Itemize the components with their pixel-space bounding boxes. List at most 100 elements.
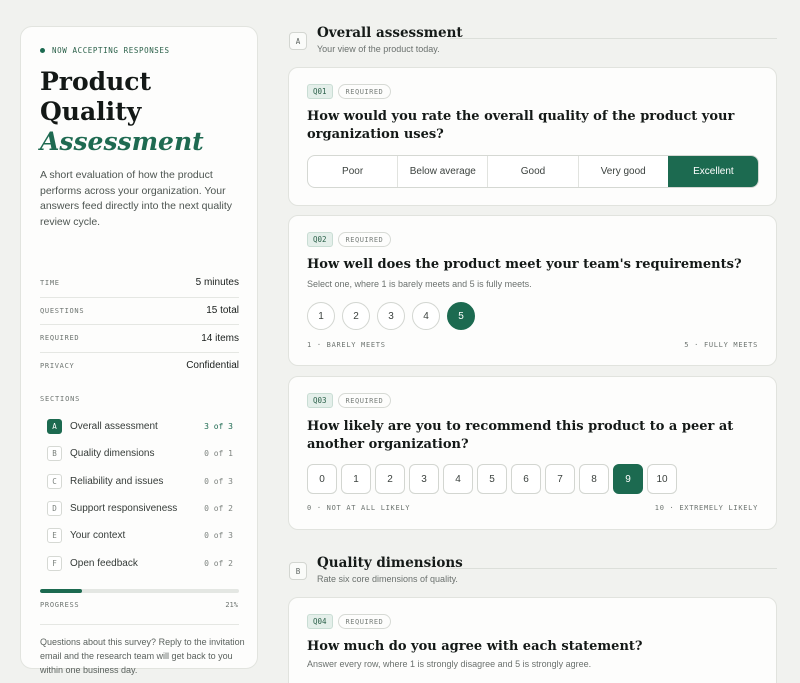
section-letter-badge: F — [47, 555, 62, 571]
nps-option-10[interactable]: 10 — [647, 464, 677, 494]
sidebar-item-support-responsiveness[interactable]: D Support responsiveness 0 of 2 — [47, 495, 233, 522]
section-title: Quality dimensions — [317, 555, 463, 571]
sidebar-item-reliability-and-issues[interactable]: C Reliability and issues 0 of 3 — [47, 468, 233, 495]
section-letter-badge: A — [47, 419, 62, 435]
sidebar-item-overall-assessment[interactable]: A Overall assessment 3 of 3 — [47, 413, 233, 440]
title-line-1: Product — [40, 67, 152, 96]
nps-option-5[interactable]: 5 — [477, 464, 507, 494]
nps-option-2[interactable]: 2 — [375, 464, 405, 494]
question-card-q02: Q02 REQUIRED How well does the product m… — [288, 215, 777, 366]
nps-option-1[interactable]: 1 — [341, 464, 371, 494]
question-help: Answer every row, where 1 is strongly di… — [307, 659, 592, 669]
scale-option-1[interactable]: 1 — [307, 302, 335, 330]
required-badge: REQUIRED — [337, 232, 392, 247]
sidebar-item-open-feedback[interactable]: F Open feedback 0 of 2 — [47, 549, 233, 576]
progress-bar — [40, 589, 239, 593]
section-count: 0 of 1 — [204, 449, 233, 459]
scale-low-label: 1 · BARELY MEETS — [307, 341, 386, 349]
question-number: Q02 — [307, 232, 333, 247]
nps-option-8[interactable]: 8 — [579, 464, 609, 494]
scale-option-4[interactable]: 4 — [412, 302, 440, 330]
page-title: Product Quality Assessment — [40, 67, 250, 157]
question-tags: Q03 REQUIRED — [307, 393, 392, 408]
sidebar-item-label: Quality dimensions — [70, 448, 155, 460]
section-letter-badge: C — [47, 473, 62, 489]
title-line-2: Quality — [40, 97, 142, 126]
survey-meta: TIME 5 minutes QUESTIONS 15 total REQUIR… — [40, 269, 239, 379]
sidebar-item-quality-dimensions[interactable]: B Quality dimensions 0 of 1 — [47, 440, 233, 467]
nps-scale: 0 1 2 3 4 5 6 7 8 9 10 — [307, 464, 677, 494]
sidebar-item-your-context[interactable]: E Your context 0 of 3 — [47, 522, 233, 549]
scale-option-2[interactable]: 2 — [342, 302, 370, 330]
section-letter-b: B — [289, 562, 307, 580]
question-tags: Q04 REQUIRED — [307, 614, 392, 629]
nps-option-7[interactable]: 7 — [545, 464, 575, 494]
sidebar-item-label: Your context — [70, 530, 126, 542]
section-subtitle: Rate six core dimensions of quality. — [317, 574, 458, 584]
question-card-q01: Q01 REQUIRED How would you rate the over… — [288, 67, 777, 206]
section-letter-badge: B — [47, 446, 62, 462]
section-count: 0 of 2 — [204, 504, 233, 514]
scale-option-3[interactable]: 3 — [377, 302, 405, 330]
title-accent: Assessment — [40, 127, 204, 156]
nps-option-4[interactable]: 4 — [443, 464, 473, 494]
meta-row-required: REQUIRED 14 items — [40, 324, 239, 352]
question-help: Select one, where 1 is barely meets and … — [307, 279, 532, 289]
meta-value: 14 items — [201, 332, 239, 344]
meta-key: REQUIRED — [40, 334, 80, 343]
section-title: Overall assessment — [317, 25, 463, 41]
nps-option-3[interactable]: 3 — [409, 464, 439, 494]
question-number: Q01 — [307, 84, 333, 99]
required-badge: REQUIRED — [337, 84, 392, 99]
scale-option-5[interactable]: 5 — [447, 302, 475, 330]
required-badge: REQUIRED — [337, 393, 392, 408]
question-card-q03: Q03 REQUIRED How likely are you to recom… — [288, 376, 777, 530]
question-tags: Q02 REQUIRED — [307, 232, 392, 247]
help-text: Questions about this survey? Reply to th… — [40, 637, 245, 675]
nps-option-6[interactable]: 6 — [511, 464, 541, 494]
question-number: Q03 — [307, 393, 333, 408]
rating-segmented-control: Poor Below average Good Very good Excell… — [307, 155, 759, 188]
required-badge: REQUIRED — [337, 614, 392, 629]
section-letter-a: A — [289, 32, 307, 50]
meta-value: 15 total — [206, 305, 239, 317]
section-count: 3 of 3 — [204, 422, 233, 432]
section-count: 0 of 3 — [204, 531, 233, 541]
meta-row-privacy: PRIVACY Confidential — [40, 351, 239, 380]
option-good[interactable]: Good — [487, 156, 577, 187]
section-count: 0 of 2 — [204, 558, 233, 568]
sidebar-item-label: Overall assessment — [70, 421, 158, 433]
status-text: NOW ACCEPTING RESPONSES — [52, 46, 170, 55]
sidebar: NOW ACCEPTING RESPONSES Product Quality … — [20, 26, 258, 675]
meta-row-questions: QUESTIONS 15 total — [40, 296, 239, 325]
meta-key: TIME — [40, 278, 60, 287]
sections-label: SECTIONS — [40, 395, 81, 403]
meta-key: QUESTIONS — [40, 306, 85, 315]
section-subtitle: Your view of the product today. — [317, 44, 440, 54]
nps-option-0[interactable]: 0 — [307, 464, 337, 494]
option-below-average[interactable]: Below average — [397, 156, 487, 187]
scale-low-label: 0 · NOT AT ALL LIKELY — [307, 504, 411, 512]
section-nav: A Overall assessment 3 of 3 B Quality di… — [47, 413, 233, 577]
scale-high-label: 5 · FULLY MEETS — [684, 341, 758, 349]
scale-options: 1 2 3 4 5 — [307, 302, 475, 330]
option-very-good[interactable]: Very good — [577, 156, 668, 187]
progress-value: 21% — [225, 601, 238, 609]
option-excellent[interactable]: Excellent — [667, 156, 758, 187]
option-poor[interactable]: Poor — [308, 156, 397, 187]
question-text: How much do you agree with each statemen… — [307, 639, 643, 654]
meta-value: 5 minutes — [195, 277, 239, 289]
status-indicator: NOW ACCEPTING RESPONSES — [40, 46, 170, 55]
section-divider — [450, 38, 777, 39]
divider — [40, 624, 239, 625]
question-card-q04: Q04 REQUIRED How much do you agree with … — [288, 597, 777, 683]
question-text: How likely are you to recommend this pro… — [307, 419, 734, 452]
sidebar-item-label: Reliability and issues — [70, 475, 164, 487]
question-text: How well does the product meet your team… — [307, 257, 742, 272]
nps-option-9[interactable]: 9 — [613, 464, 643, 494]
sidebar-item-label: Support responsiveness — [70, 503, 178, 515]
section-divider — [450, 568, 777, 569]
section-letter-badge: E — [47, 528, 62, 544]
status-dot-icon — [40, 48, 45, 53]
meta-value: Confidential — [186, 360, 239, 372]
